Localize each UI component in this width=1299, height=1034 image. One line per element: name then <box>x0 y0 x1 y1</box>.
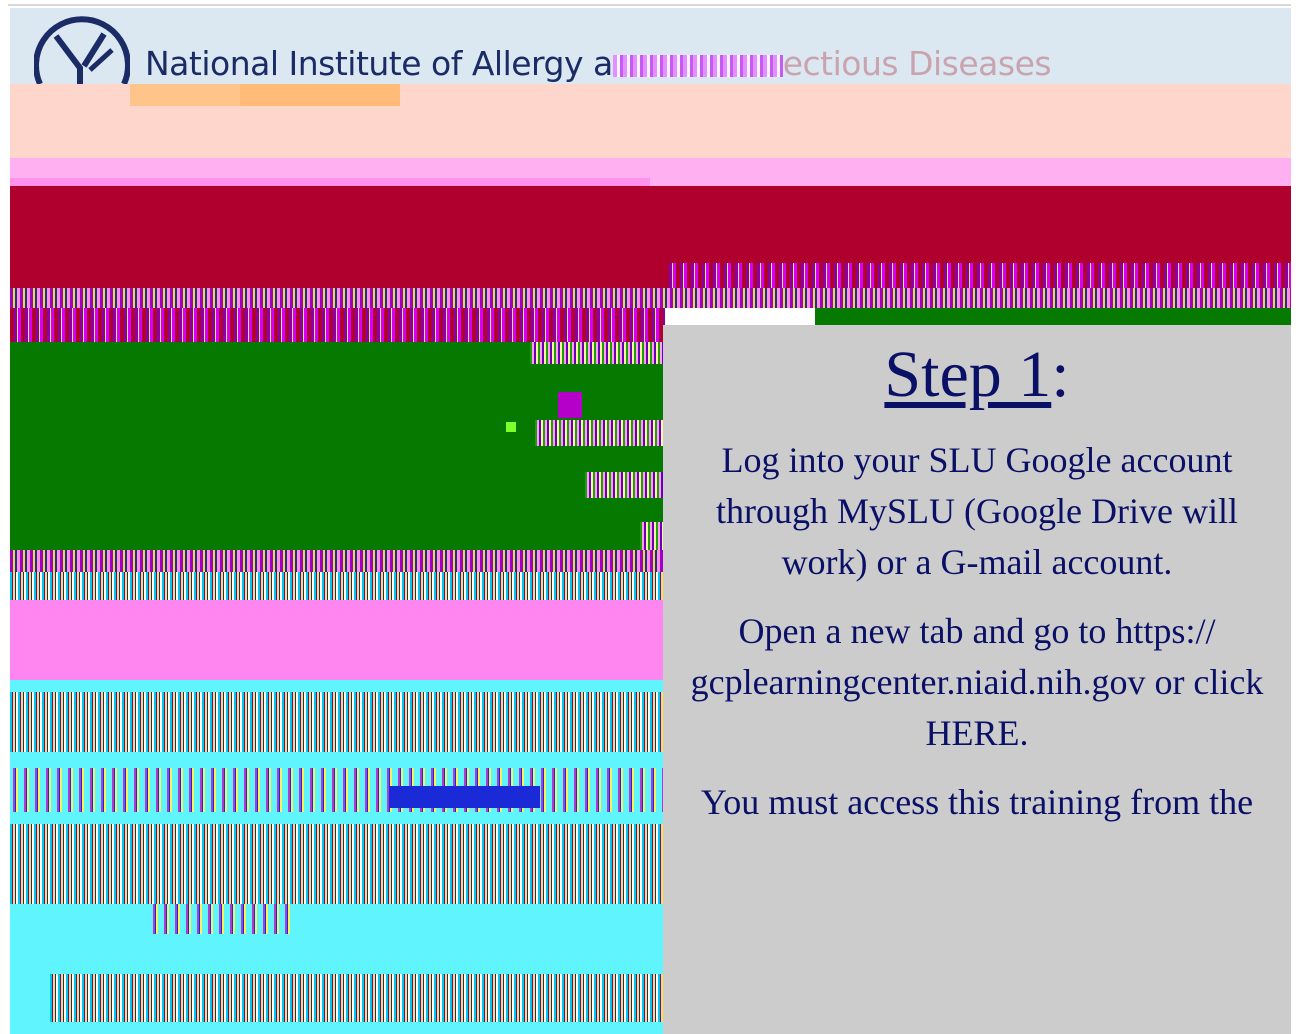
glitch-block <box>390 786 540 808</box>
glitch-block <box>506 422 516 432</box>
step-title-colon: : <box>1051 338 1070 411</box>
band-green <box>10 342 665 550</box>
glitch-stripes <box>10 308 665 342</box>
top-divider <box>8 4 1291 6</box>
step-instruction-access-note: You must access this training from the <box>700 782 1254 822</box>
glitch-block <box>240 84 400 106</box>
glitch-stripes <box>10 288 1291 308</box>
glitch-stripes <box>10 692 665 752</box>
glitch-stripes <box>150 904 290 934</box>
step-instruction-login: Log into your SLU Google account through… <box>716 440 1238 582</box>
glitch-stripes <box>50 974 665 1022</box>
step-instruction-open-tab: Open a new tab and go to https:// gcplea… <box>690 611 1264 753</box>
glitch-stripes <box>10 572 665 600</box>
glitch-stripes <box>10 768 665 812</box>
step-title: Step 1: <box>663 333 1291 417</box>
niaid-logo-icon <box>34 16 130 86</box>
step-panel: Step 1: Log into your SLU Google account… <box>663 325 1291 1034</box>
org-name-visible: National Institute of Allergy a <box>145 44 613 83</box>
page: National Institute of Allergy a ectious D… <box>0 0 1299 1034</box>
glitch-stripes <box>530 342 665 364</box>
glitch-block <box>815 308 1291 326</box>
glitch-stripes <box>640 522 665 550</box>
logo-glitch <box>612 54 783 77</box>
glitch-block <box>558 392 582 418</box>
glitch-stripes <box>535 420 665 446</box>
glitch-stripes <box>10 824 665 904</box>
glitch-stripes <box>10 550 665 572</box>
org-name: National Institute of Allergy a ectious D… <box>145 44 1052 83</box>
step-title-label: Step 1 <box>884 338 1052 411</box>
glitch-stripes <box>585 472 665 498</box>
org-name-faded: ectious Diseases <box>782 44 1052 83</box>
band-pink-wide <box>10 600 665 680</box>
